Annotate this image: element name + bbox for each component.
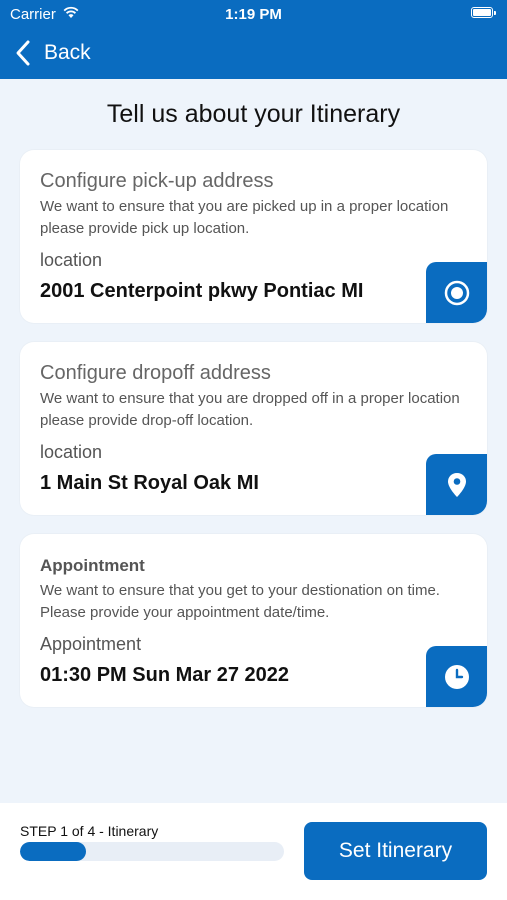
battery-icon [471,7,496,18]
pickup-location-value[interactable]: 2001 Centerpoint pkwy Pontiac MI [40,280,363,303]
page-title: Tell us about your Itinerary [106,100,401,128]
clock-icon [444,664,469,689]
card-description: We want to ensure that you get to your d… [40,582,440,621]
pickup-address-card: Configure pick-up address We want to ens… [20,150,487,323]
card-heading: Configure pick-up address [40,170,274,192]
step-indicator: STEP 1 of 4 - Itinerary [20,823,159,839]
appointment-time-button[interactable] [426,646,487,707]
progress-bar [20,842,284,861]
back-label: Back [44,41,91,64]
card-description: We want to ensure that you are picked up… [40,198,449,237]
appointment-card: Appointment We want to ensure that you g… [20,534,487,707]
chevron-left-icon [16,40,30,66]
card-heading: Configure dropoff address [40,362,271,384]
pickup-location-button[interactable] [426,262,487,323]
field-label: Appointment [40,634,142,654]
card-heading: Appointment [40,556,145,575]
card-description: We want to ensure that you are dropped o… [40,390,460,429]
status-bar: Carrier 1:19 PM [0,0,507,28]
footer-bar: STEP 1 of 4 - Itinerary Set Itinerary [0,803,507,900]
map-pin-icon [447,472,466,497]
appointment-value[interactable]: 01:30 PM Sun Mar 27 2022 [40,664,289,687]
back-button[interactable]: Back [14,38,91,68]
clock-time: 1:19 PM [225,6,282,23]
navigation-bar: Carrier 1:19 PM Back [0,0,507,79]
dropoff-location-value[interactable]: 1 Main St Royal Oak MI [40,472,259,495]
progress-fill [20,842,86,861]
set-itinerary-button[interactable]: Set Itinerary [304,822,487,880]
dropoff-address-card: Configure dropoff address We want to ens… [20,342,487,515]
target-icon [444,280,469,305]
dropoff-location-button[interactable] [426,454,487,515]
field-label: location [40,442,103,462]
field-label: location [40,250,103,270]
